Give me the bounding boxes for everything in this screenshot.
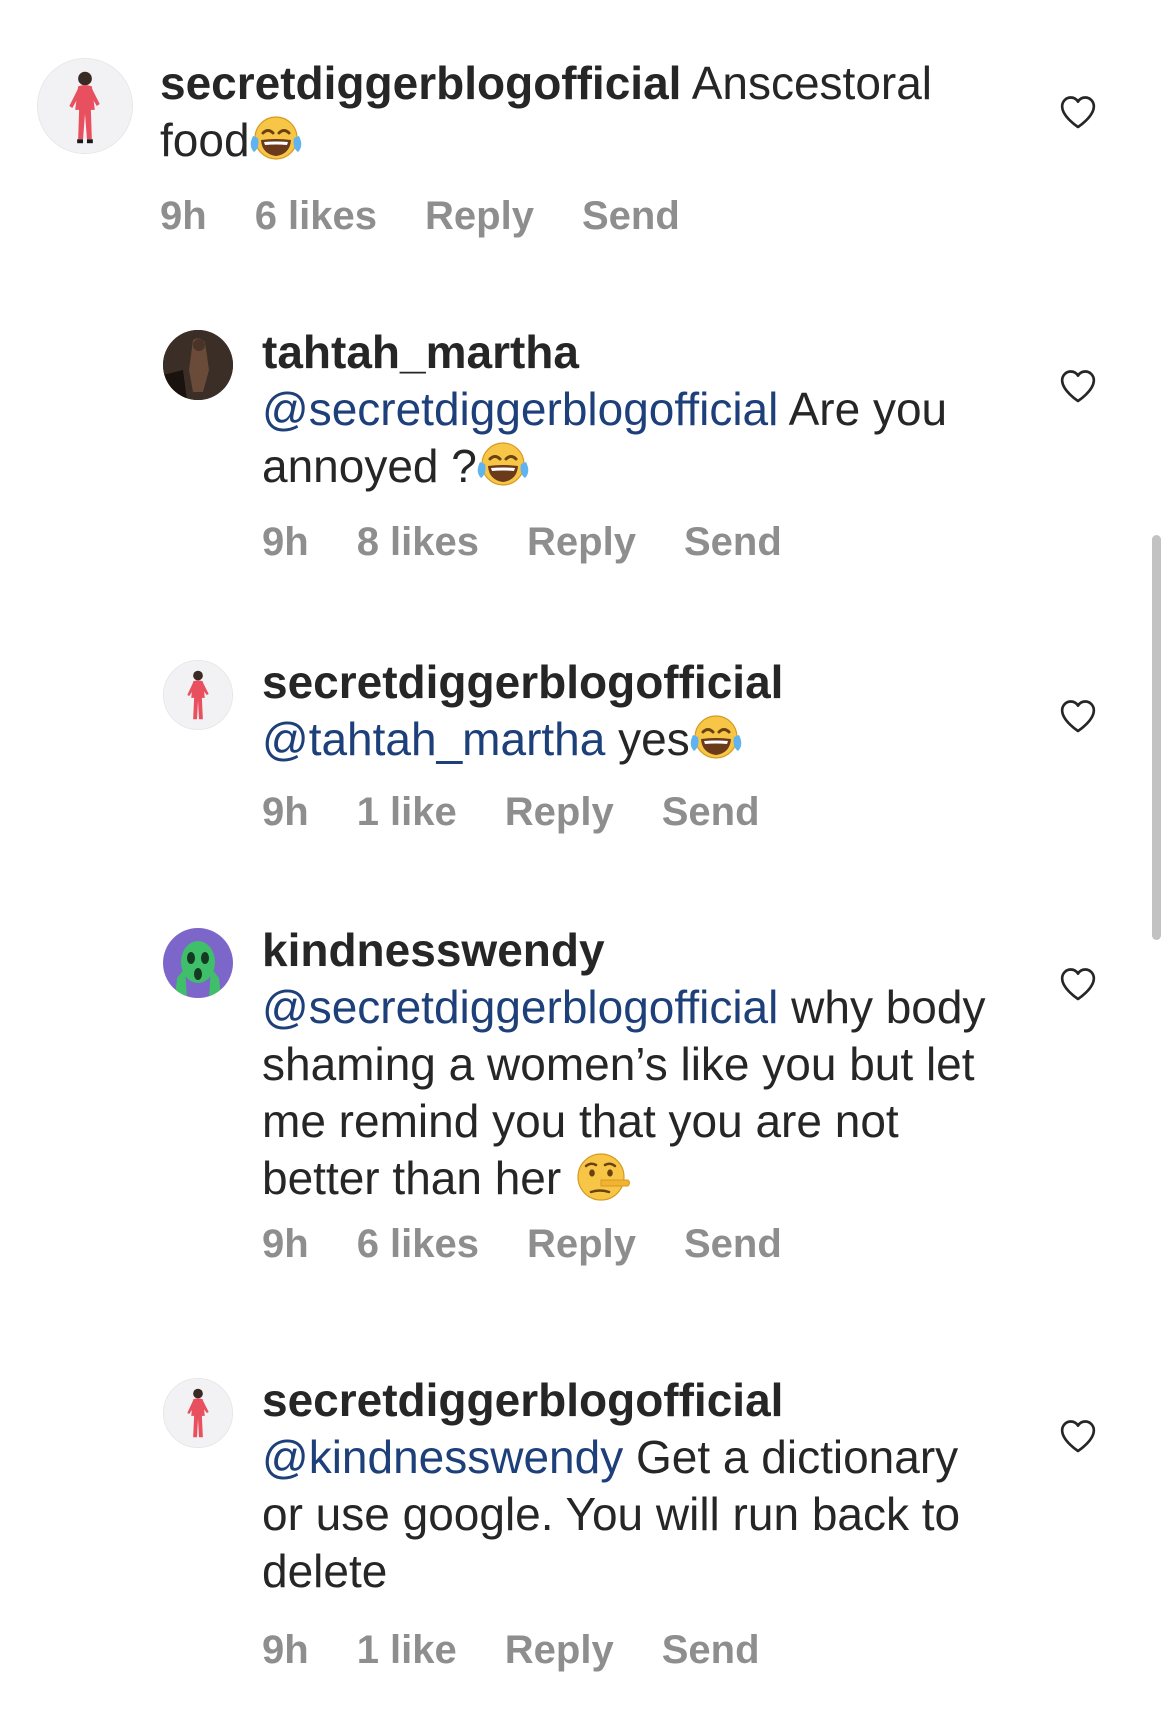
comment-body: secretdiggerblogofficial Anscestoral foo… [160,55,990,169]
heart-outline-icon[interactable] [1058,696,1098,736]
comment-likes[interactable]: 8 likes [357,518,479,566]
reply-button[interactable]: Reply [527,1220,636,1268]
avatar[interactable] [163,1378,233,1448]
reply-button[interactable]: Reply [505,788,614,836]
comment-time: 9h [262,1222,309,1266]
heart-outline-icon[interactable] [1058,964,1098,1004]
comment-likes[interactable]: 1 like [357,788,457,836]
comment-body: secretdiggerblogofficial @tahtah_martha … [262,654,1007,768]
send-button[interactable]: Send [582,192,680,240]
heart-outline-icon[interactable] [1058,366,1098,406]
comment-body: secretdiggerblogofficial @kindnesswendy … [262,1372,1007,1600]
send-button[interactable]: Send [684,1220,782,1268]
avatar[interactable] [37,58,133,154]
reply-button[interactable]: Reply [527,518,636,566]
avatar[interactable] [163,660,233,730]
comment-meta: 9h 8 likes Reply Send [262,518,830,566]
scrollbar[interactable] [1152,535,1161,940]
heart-outline-icon[interactable] [1058,92,1098,132]
send-button[interactable]: Send [662,788,760,836]
comment-mention[interactable]: @kindnesswendy [262,1431,623,1483]
send-button[interactable]: Send [684,518,782,566]
tears-of-joy-emoji-icon [477,440,529,488]
reply-button[interactable]: Reply [505,1626,614,1674]
comment-body: tahtah_martha @secretdiggerblogofficial … [262,324,1007,495]
comment-likes[interactable]: 1 like [357,1626,457,1674]
comment-text: yes [618,713,690,765]
heart-outline-icon[interactable] [1058,1416,1098,1456]
avatar[interactable] [163,330,233,400]
comment-mention[interactable]: @secretdiggerblogofficial [262,383,778,435]
comment-likes[interactable]: 6 likes [255,192,377,240]
comment-meta: 9h 6 likes Reply Send [262,1220,830,1268]
comment-time: 9h [160,194,207,238]
comment-mention[interactable]: @secretdiggerblogofficial [262,981,778,1033]
comment-username[interactable]: tahtah_martha [262,326,579,378]
tears-of-joy-emoji-icon [250,114,302,162]
comment-username[interactable]: kindnesswendy [262,924,605,976]
comment-time: 9h [262,790,309,834]
comment-username[interactable]: secretdiggerblogofficial [262,1374,783,1426]
comment-username[interactable]: secretdiggerblogofficial [160,57,681,109]
avatar[interactable] [163,928,233,998]
comment-item: secretdiggerblogofficial Anscestoral foo… [0,0,1170,270]
comment-item: kindnesswendy @secretdiggerblogofficial … [0,900,1170,1300]
comment-time: 9h [262,1628,309,1672]
comment-time: 9h [262,520,309,564]
comment-likes[interactable]: 6 likes [357,1220,479,1268]
comment-item: secretdiggerblogofficial @tahtah_martha … [0,630,1170,880]
comment-username[interactable]: secretdiggerblogofficial [262,656,783,708]
comment-item: tahtah_martha @secretdiggerblogofficial … [0,300,1170,570]
tears-of-joy-emoji-icon [690,713,742,761]
comment-meta: 9h 6 likes Reply Send [160,192,728,240]
comment-meta: 9h 1 like Reply Send [262,1626,808,1674]
comment-mention[interactable]: @tahtah_martha [262,713,605,765]
comment-meta: 9h 1 like Reply Send [262,788,808,836]
comment-item: secretdiggerblogofficial @kindnesswendy … [0,1358,1170,1719]
send-button[interactable]: Send [662,1626,760,1674]
lying-face-emoji-icon [574,1150,632,1204]
reply-button[interactable]: Reply [425,192,534,240]
comment-body: kindnesswendy @secretdiggerblogofficial … [262,922,1007,1207]
